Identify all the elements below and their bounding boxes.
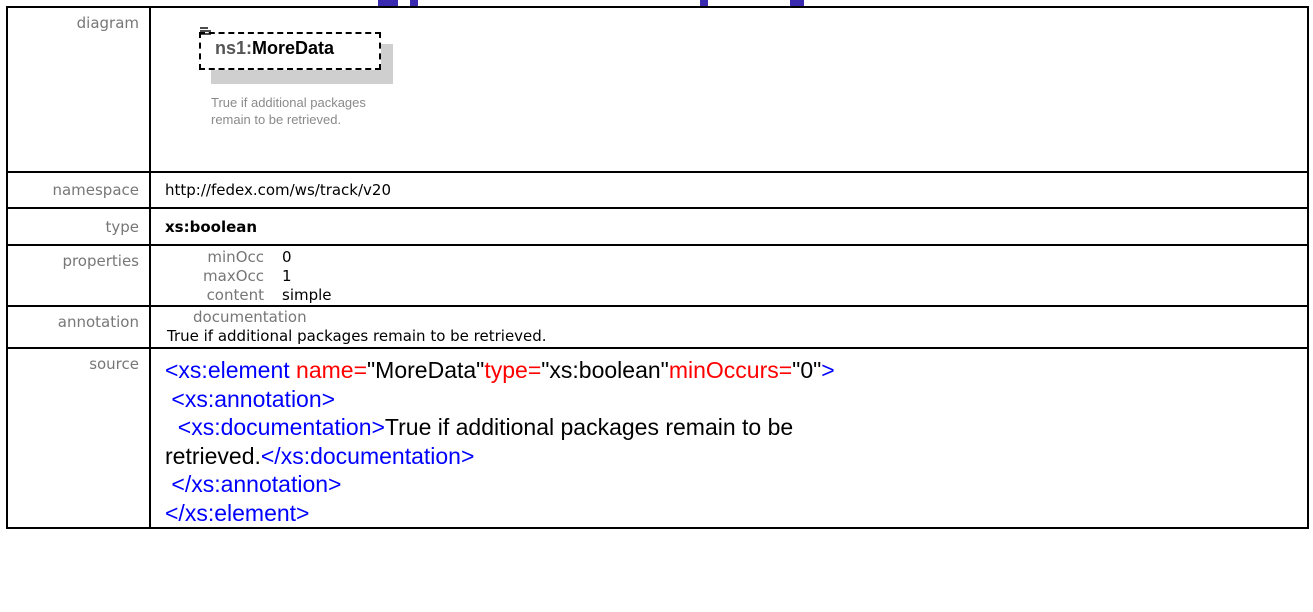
property-value: simple	[282, 286, 332, 304]
diagram-label: diagram	[6, 6, 151, 173]
source-attr-value: "0"	[792, 357, 822, 383]
property-key: maxOcc	[203, 267, 264, 285]
source-attr-value: "MoreData"	[367, 357, 485, 383]
source-text: retrieved.	[165, 442, 261, 469]
source-label: source	[6, 347, 151, 529]
element-description-line: True if additional packages	[211, 95, 366, 110]
property-key: minOcc	[207, 248, 264, 266]
documentation-icon	[200, 27, 211, 35]
type-row: type xs:boolean	[6, 207, 1309, 246]
diagram-cell: ns1:MoreData True if additional packages…	[149, 6, 1309, 173]
source-line: <xs:element name="MoreData"type="xs:bool…	[165, 356, 1307, 385]
source-tag: </xs:documentation>	[260, 442, 475, 469]
source-attr: name=	[296, 357, 368, 383]
properties-row: properties minOcc 0 maxOcc 1 content sim…	[6, 244, 1309, 307]
diagram-row: diagram ns1:MoreData True if additional …	[6, 6, 1309, 173]
source-line: <xs:documentation>True if additional pac…	[165, 413, 1307, 442]
annotation-content: documentation True if additional package…	[165, 307, 1307, 346]
property-row: minOcc 0	[165, 248, 1307, 267]
element-name: ns1:MoreData	[215, 38, 334, 59]
source-row: source <xs:element name="MoreData"type="…	[6, 347, 1309, 529]
property-value: 0	[282, 248, 292, 266]
namespace-label: namespace	[6, 171, 151, 209]
property-row: content simple	[165, 286, 1307, 305]
source-attr: type=	[484, 357, 542, 383]
source-tag: <xs:documentation>	[177, 414, 385, 440]
properties-cell: minOcc 0 maxOcc 1 content simple	[149, 244, 1309, 307]
element-description-line: remain to be retrieved.	[211, 112, 342, 127]
type-value: xs:boolean	[149, 207, 1309, 246]
source-attr-value: "xs:boolean"	[541, 357, 669, 383]
source-tag: <xs:annotation>	[171, 385, 336, 412]
source-bracket: >	[821, 357, 835, 383]
source-code: <xs:element name="MoreData"type="xs:bool…	[165, 349, 1307, 527]
annotation-row: annotation documentation True if additio…	[6, 305, 1309, 349]
source-tag: </xs:element>	[165, 499, 310, 526]
source-line: <xs:annotation>	[165, 385, 1307, 414]
source-attr: minOccurs=	[668, 357, 793, 383]
annotation-documentation-key: documentation	[193, 308, 307, 326]
element-diagram: ns1:MoreData True if additional packages…	[165, 8, 1307, 171]
element-description: True if additional packages remain to be…	[211, 94, 471, 128]
namespace-row: namespace http://fedex.com/ws/track/v20	[6, 171, 1309, 209]
source-line: retrieved.</xs:documentation>	[165, 442, 1307, 471]
type-label: type	[6, 207, 151, 246]
element-local-name: MoreData	[252, 38, 335, 58]
annotation-cell: documentation True if additional package…	[149, 305, 1309, 349]
properties-label: properties	[6, 244, 151, 307]
source-tag: </xs:annotation>	[171, 471, 342, 497]
property-key: content	[206, 286, 264, 304]
properties-list: minOcc 0 maxOcc 1 content simple	[165, 246, 1307, 305]
property-row: maxOcc 1	[165, 267, 1307, 286]
annotation-label: annotation	[6, 305, 151, 349]
source-cell: <xs:element name="MoreData"type="xs:bool…	[149, 347, 1309, 529]
namespace-value: http://fedex.com/ws/track/v20	[149, 171, 1309, 209]
source-line: </xs:annotation>	[165, 470, 1307, 499]
element-prefix: ns1:	[215, 38, 253, 58]
property-value: 1	[282, 267, 292, 285]
source-line: </xs:element>	[165, 499, 1307, 528]
source-text: True if additional packages remain to be	[384, 414, 794, 440]
annotation-documentation-text: True if additional packages remain to be…	[167, 327, 547, 345]
type-link[interactable]: xs:boolean	[165, 218, 257, 236]
schema-element-table: diagram ns1:MoreData True if additional …	[6, 6, 1309, 529]
source-tag: <xs:element	[165, 357, 290, 383]
